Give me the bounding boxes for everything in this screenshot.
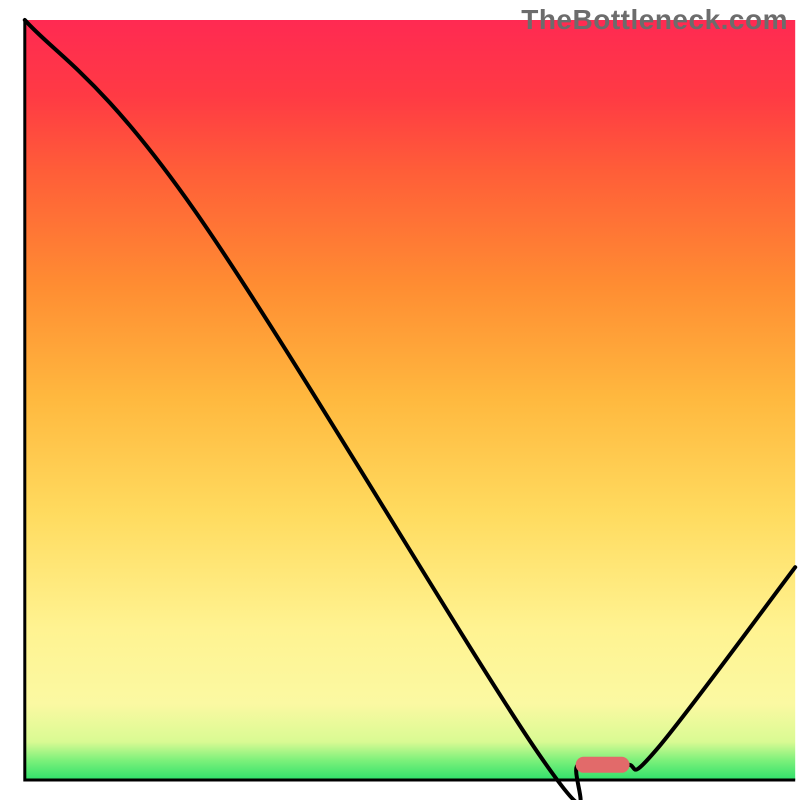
- gradient-background: [25, 20, 795, 780]
- watermark-text: TheBottleneck.com: [521, 4, 788, 36]
- chart-svg: [0, 0, 800, 800]
- optimal-marker: [576, 757, 630, 773]
- bottleneck-chart: TheBottleneck.com: [0, 0, 800, 800]
